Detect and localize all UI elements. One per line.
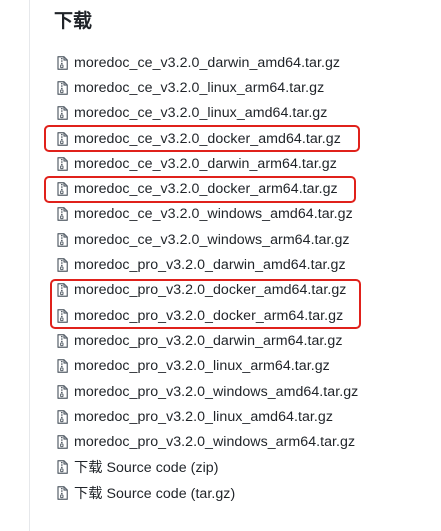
asset-item: moredoc_pro_v3.2.0_linux_amd64.tar.gz [57, 404, 358, 429]
file-zip-icon [57, 258, 68, 272]
asset-item: moredoc_pro_v3.2.0_windows_arm64.tar.gz [57, 429, 358, 454]
asset-label: moredoc_pro_v3.2.0_darwin_amd64.tar.gz [74, 257, 346, 274]
asset-label: moredoc_ce_v3.2.0_darwin_amd64.tar.gz [74, 54, 341, 71]
highlight-box-ce-docker-amd64 [44, 125, 360, 152]
asset-link[interactable]: moredoc_ce_v3.2.0_linux_arm64.tar.gz [57, 80, 324, 96]
file-zip-icon [57, 359, 68, 374]
asset-list: moredoc_ce_v3.2.0_darwin_amd64.tar.gz mo… [57, 50, 358, 505]
section-title: 下载 [54, 11, 93, 32]
file-zip-icon [57, 81, 68, 95]
highlight-box-pro-docker [50, 279, 361, 329]
asset-item: moredoc_pro_v3.2.0_windows_amd64.tar.gz [57, 379, 358, 404]
asset-link[interactable]: moredoc_pro_v3.2.0_linux_amd64.tar.gz [57, 409, 333, 425]
file-zip-icon [57, 106, 68, 121]
asset-link[interactable]: moredoc_pro_v3.2.0_darwin_arm64.tar.gz [57, 333, 342, 349]
asset-label: moredoc_pro_v3.2.0_windows_amd64.tar.gz [74, 383, 359, 400]
asset-link[interactable]: moredoc_pro_v3.2.0_windows_amd64.tar.gz [57, 384, 358, 400]
asset-label: moredoc_ce_v3.2.0_linux_arm64.tar.gz [74, 79, 325, 96]
asset-link[interactable]: moredoc_ce_v3.2.0_windows_arm64.tar.gz [57, 232, 350, 248]
asset-label: 下载 Source code (tar.gz) [74, 485, 236, 502]
asset-item: 下载 Source code (tar.gz) [57, 480, 358, 505]
asset-item: moredoc_ce_v3.2.0_linux_amd64.tar.gz [57, 101, 358, 126]
asset-label: moredoc_pro_v3.2.0_linux_amd64.tar.gz [74, 408, 333, 425]
asset-label: moredoc_pro_v3.2.0_linux_arm64.tar.gz [74, 358, 330, 375]
file-zip-icon [57, 232, 68, 247]
asset-item: moredoc_ce_v3.2.0_linux_arm64.tar.gz [57, 75, 358, 100]
content-left-border [29, 0, 30, 531]
file-zip-icon [57, 409, 68, 424]
asset-label: moredoc_ce_v3.2.0_windows_amd64.tar.gz [74, 206, 353, 223]
asset-item: moredoc_ce_v3.2.0_darwin_amd64.tar.gz [57, 50, 358, 75]
asset-link[interactable]: moredoc_pro_v3.2.0_windows_arm64.tar.gz [57, 434, 355, 450]
asset-label: moredoc_pro_v3.2.0_darwin_arm64.tar.gz [74, 332, 343, 349]
file-zip-icon [57, 384, 68, 399]
asset-label: moredoc_ce_v3.2.0_windows_arm64.tar.gz [74, 231, 350, 248]
file-zip-icon [57, 207, 68, 222]
asset-link[interactable]: moredoc_ce_v3.2.0_darwin_amd64.tar.gz [57, 55, 340, 71]
highlight-box-ce-docker-arm64 [44, 176, 356, 203]
asset-link[interactable]: moredoc_ce_v3.2.0_darwin_arm64.tar.gz [57, 156, 337, 172]
file-zip-icon [57, 460, 68, 475]
asset-item: moredoc_pro_v3.2.0_darwin_amd64.tar.gz [57, 252, 358, 277]
asset-link[interactable]: moredoc_pro_v3.2.0_linux_arm64.tar.gz [57, 358, 330, 374]
source-code-zip-link[interactable]: 下载 Source code (zip) [57, 457, 219, 477]
asset-item: moredoc_ce_v3.2.0_windows_amd64.tar.gz [57, 202, 358, 227]
asset-item: moredoc_pro_v3.2.0_linux_arm64.tar.gz [57, 354, 358, 379]
asset-link[interactable]: moredoc_pro_v3.2.0_darwin_amd64.tar.gz [57, 257, 346, 273]
asset-item: moredoc_ce_v3.2.0_windows_arm64.tar.gz [57, 227, 358, 252]
file-zip-icon [57, 55, 68, 70]
file-zip-icon [57, 156, 68, 171]
asset-link[interactable]: moredoc_ce_v3.2.0_linux_amd64.tar.gz [57, 105, 327, 121]
source-code-targz-link[interactable]: 下载 Source code (tar.gz) [57, 483, 235, 503]
asset-label: moredoc_ce_v3.2.0_linux_amd64.tar.gz [74, 105, 328, 122]
asset-label: 下载 Source code (zip) [74, 460, 219, 477]
asset-item: 下载 Source code (zip) [57, 455, 358, 480]
file-zip-icon [57, 435, 68, 449]
file-zip-icon [57, 334, 68, 348]
asset-label: moredoc_pro_v3.2.0_windows_arm64.tar.gz [74, 434, 356, 451]
file-zip-icon [57, 485, 68, 500]
asset-item: moredoc_pro_v3.2.0_darwin_arm64.tar.gz [57, 328, 358, 353]
asset-link[interactable]: moredoc_ce_v3.2.0_windows_amd64.tar.gz [57, 206, 353, 222]
asset-label: moredoc_ce_v3.2.0_darwin_arm64.tar.gz [74, 155, 337, 172]
asset-item: moredoc_ce_v3.2.0_darwin_arm64.tar.gz [57, 151, 358, 176]
